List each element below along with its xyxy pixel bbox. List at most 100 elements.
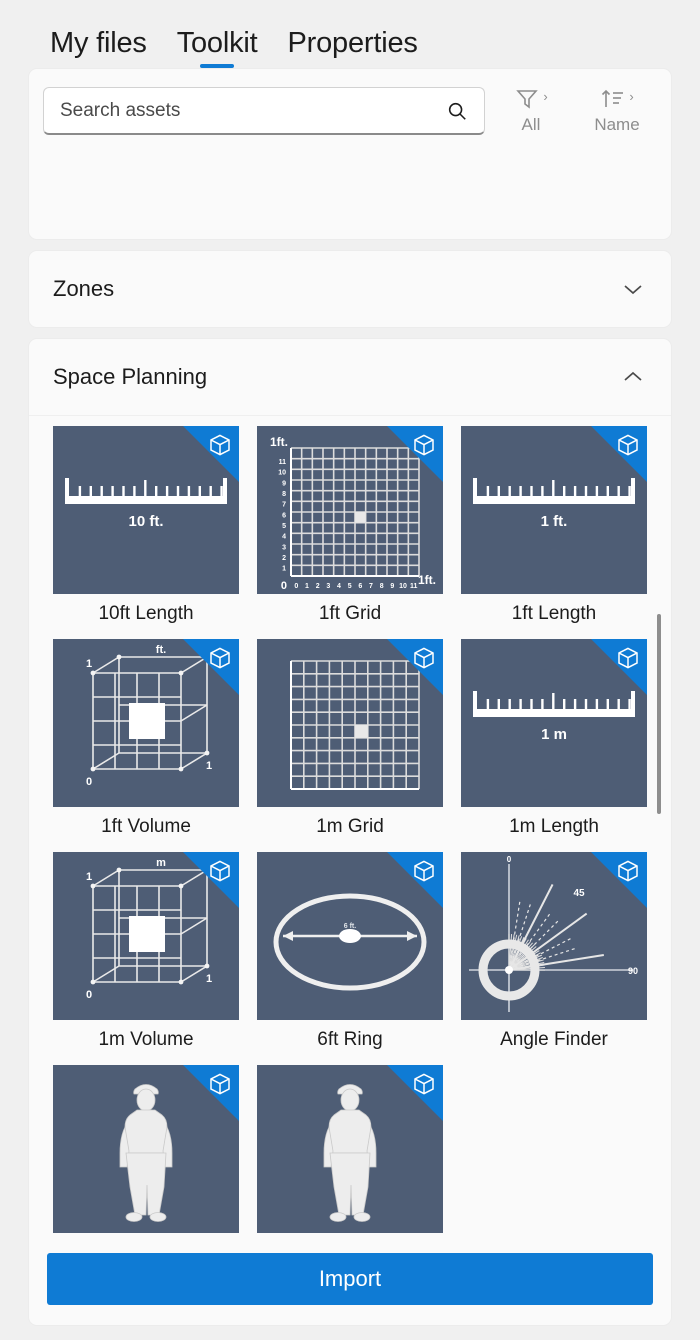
3d-cube-icon <box>210 434 230 456</box>
svg-text:3: 3 <box>282 544 286 551</box>
asset-thumbnail[interactable]: 1 ft. <box>461 426 647 594</box>
sort-button[interactable]: › Name <box>577 87 657 135</box>
asset-card[interactable]: 0 45 90 Angle Finder <box>461 851 647 1065</box>
chevron-right-icon: › <box>629 89 634 104</box>
asset-label: 1m Volume <box>98 1028 194 1050</box>
3d-cube-icon <box>414 647 434 669</box>
asset-card[interactable]: 6 ft. 6ft Ring <box>257 851 443 1065</box>
svg-text:m: m <box>156 857 166 869</box>
3d-cube-icon <box>210 860 230 882</box>
svg-text:1: 1 <box>206 973 212 985</box>
asset-thumbnail[interactable] <box>53 1064 239 1233</box>
section-zones-header[interactable]: Zones <box>29 251 671 327</box>
svg-text:0: 0 <box>281 580 287 592</box>
asset-thumbnail[interactable]: 6 ft. <box>257 851 443 1020</box>
asset-grid: 10 ft. 10ft Length 0 1 1 2 2 3 3 4 4 5 5 6 6 7 7 8 8 9 9 10… <box>29 426 671 1278</box>
sort-label: Name <box>594 115 640 134</box>
asset-label: 1m Length <box>509 815 599 837</box>
asset-card[interactable]: 1 m 1m Length <box>461 638 647 852</box>
3d-cube-icon <box>618 647 638 669</box>
asset-thumbnail[interactable]: 10 ft. <box>53 426 239 594</box>
section-space-planning: Space Planning 10 ft. 10ft Length 011223… <box>28 338 672 1293</box>
3d-cube-icon <box>414 1073 434 1095</box>
asset-grid-wrap: 10 ft. 10ft Length 0 1 1 2 2 3 3 4 4 5 5 6 6 7 7 8 8 9 9 10… <box>29 415 671 1292</box>
asset-label: 10ft Length <box>98 603 194 624</box>
search-row: Search assets › All › Name <box>41 87 659 135</box>
import-button[interactable]: Import <box>47 1253 653 1305</box>
svg-text:2: 2 <box>282 555 286 562</box>
svg-text:3: 3 <box>326 583 330 590</box>
asset-thumbnail[interactable] <box>257 638 443 807</box>
asset-thumbnail[interactable]: 1 m <box>461 638 647 807</box>
asset-card[interactable]: 10 ft. 10ft Length <box>53 426 239 639</box>
3d-cube-icon <box>210 647 230 669</box>
svg-text:90: 90 <box>628 966 638 976</box>
asset-label: 1ft Grid <box>318 603 382 624</box>
footer-bar: Import <box>28 1235 672 1326</box>
svg-text:6: 6 <box>282 512 286 519</box>
svg-text:8: 8 <box>282 491 286 498</box>
svg-text:0: 0 <box>507 855 512 864</box>
asset-thumbnail[interactable]: 0 45 90 <box>461 851 647 1020</box>
section-title: Zones <box>53 276 115 301</box>
asset-card[interactable]: 1 ft. 0 1 1ft Volume <box>53 638 239 852</box>
asset-thumbnail[interactable]: 1 m 0 1 <box>53 851 239 1020</box>
section-zones: Zones <box>28 250 672 328</box>
svg-text:0: 0 <box>86 776 92 788</box>
section-title: Space Planning <box>53 364 208 389</box>
asset-label: 1m Grid <box>316 815 384 837</box>
svg-text:ft.: ft. <box>156 644 166 656</box>
svg-text:5: 5 <box>282 523 286 530</box>
sort-ascending-icon <box>602 89 624 107</box>
chevron-up-icon[interactable] <box>623 371 643 383</box>
asset-label: 1ft Length <box>511 603 597 624</box>
asset-thumbnail[interactable]: 1 ft. 0 1 <box>53 638 239 807</box>
tab-toolkit[interactable]: Toolkit <box>177 29 258 68</box>
svg-text:11: 11 <box>279 459 287 466</box>
search-card: Search assets › All › Name <box>28 68 672 240</box>
search-placeholder: Search assets <box>60 99 181 121</box>
asset-label: 1ft Volume <box>101 815 191 837</box>
svg-text:0: 0 <box>294 583 298 590</box>
svg-text:9: 9 <box>390 583 394 590</box>
svg-text:1: 1 <box>86 871 92 883</box>
vertical-scrollbar[interactable] <box>657 614 661 814</box>
svg-text:8: 8 <box>380 583 384 590</box>
svg-text:4: 4 <box>282 534 286 541</box>
tab-properties[interactable]: Properties <box>288 29 418 68</box>
search-icon[interactable] <box>446 100 468 122</box>
svg-text:10: 10 <box>399 583 407 590</box>
3d-cube-icon <box>414 860 434 882</box>
toolkit-panel: My files Toolkit Properties Search asset… <box>0 0 700 1340</box>
tab-my-files[interactable]: My files <box>50 29 147 68</box>
svg-text:9: 9 <box>282 480 286 487</box>
3d-cube-icon <box>618 860 638 882</box>
tab-label: My files <box>50 27 147 59</box>
tab-bar: My files Toolkit Properties <box>0 0 700 68</box>
asset-card[interactable]: 1 m 0 1 1m Volume <box>53 851 239 1065</box>
svg-text:1 ft.: 1 ft. <box>541 513 568 530</box>
svg-text:5: 5 <box>348 583 352 590</box>
asset-label: Angle Finder <box>500 1028 608 1050</box>
svg-text:1: 1 <box>206 760 212 772</box>
svg-text:7: 7 <box>282 502 286 509</box>
asset-label: 6ft Ring <box>317 1028 383 1050</box>
section-space-planning-header[interactable]: Space Planning <box>29 339 671 415</box>
asset-thumbnail[interactable]: 0 1 1 2 2 3 3 4 4 5 5 6 6 7 7 8 8 9 9 10 10 11 11 0 1ft. 1ft. <box>257 426 443 594</box>
chevron-right-icon: › <box>543 89 548 104</box>
svg-text:10 ft.: 10 ft. <box>128 513 163 530</box>
svg-text:11: 11 <box>410 583 418 590</box>
asset-card[interactable]: 0 1 1 2 2 3 3 4 4 5 5 6 6 7 7 8 8 9 9 10 10 11 11 0 1ft. 1ft. 1f… <box>257 426 443 639</box>
tab-active-underline <box>200 64 235 68</box>
svg-text:1: 1 <box>305 583 309 590</box>
filter-button[interactable]: › All <box>491 87 571 135</box>
search-input[interactable]: Search assets <box>43 87 485 135</box>
svg-text:1 m: 1 m <box>541 726 567 743</box>
tab-label: Properties <box>287 27 418 59</box>
svg-text:10: 10 <box>278 470 286 477</box>
3d-cube-icon <box>414 434 434 456</box>
asset-thumbnail[interactable] <box>257 1064 443 1233</box>
asset-card[interactable]: 1 ft. 1ft Length <box>461 426 647 639</box>
chevron-down-icon[interactable] <box>623 283 643 295</box>
asset-card[interactable]: 1m Grid <box>257 638 443 852</box>
